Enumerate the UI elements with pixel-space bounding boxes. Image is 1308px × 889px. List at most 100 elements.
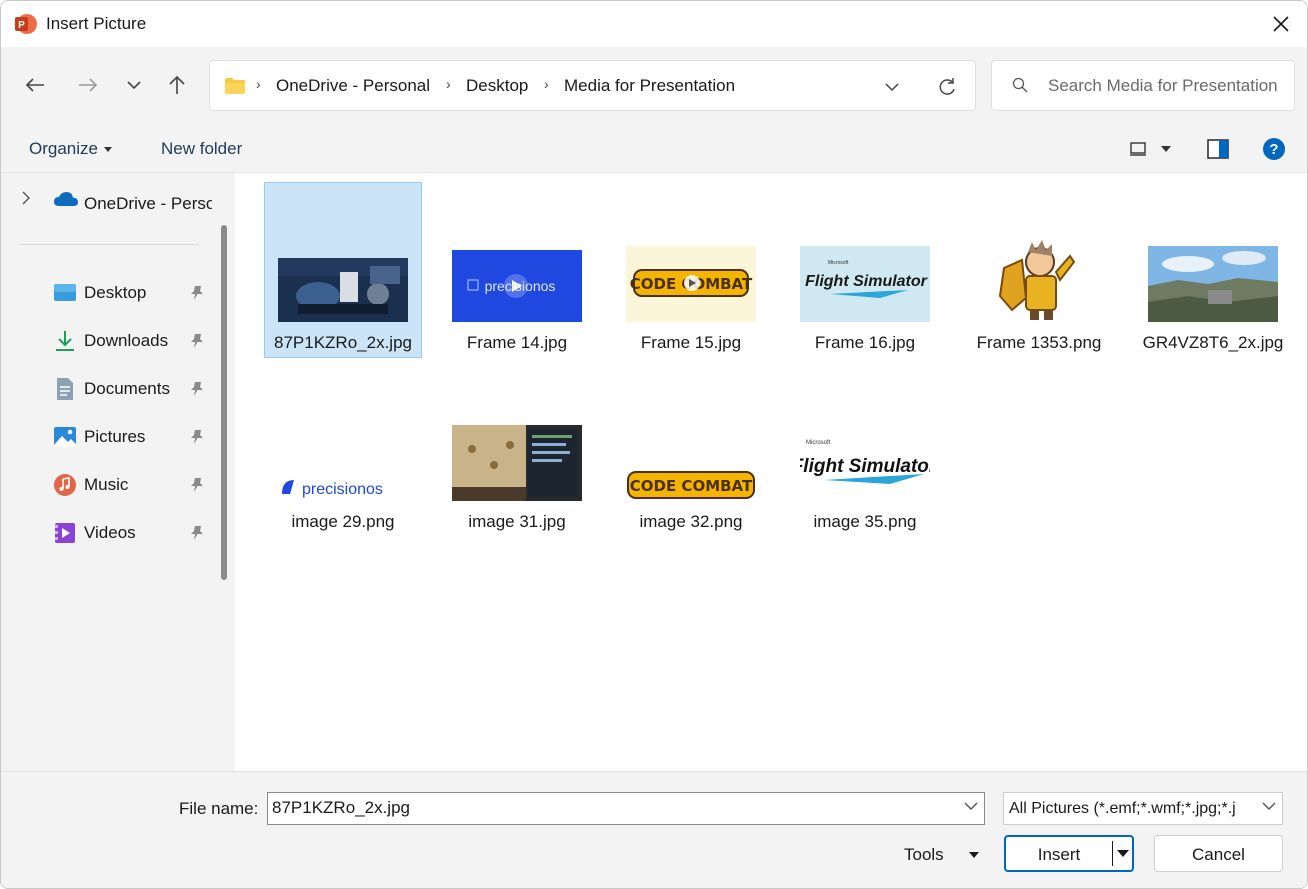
view-dropdown-button[interactable] — [1155, 136, 1177, 162]
file-tile[interactable]: CODE COMBAT Frame 15.jpg — [612, 182, 770, 358]
pin-icon[interactable] — [190, 333, 204, 349]
sidebar-item-documents[interactable]: Documents — [1, 369, 213, 409]
file-tile[interactable]: GR4VZ8T6_2x.jpg — [1134, 182, 1292, 358]
file-name-label: Frame 15.jpg — [640, 333, 742, 352]
sidebar-item-label: Desktop — [84, 283, 147, 302]
sidebar-item-downloads[interactable]: Downloads — [1, 321, 213, 361]
thumbnail-text: precisionos — [302, 481, 383, 498]
thumbnail-small-text: Microsoft — [806, 440, 831, 446]
file-tile[interactable]: 87P1KZRo_2x.jpg — [264, 182, 422, 358]
organize-button[interactable]: Organize — [29, 139, 112, 159]
chevron-down-icon[interactable] — [964, 801, 978, 811]
close-button[interactable] — [1261, 5, 1301, 43]
up-button[interactable] — [159, 67, 195, 103]
address-dropdown-button[interactable] — [880, 75, 904, 99]
tools-button[interactable]: Tools — [904, 845, 944, 865]
file-name-label: Frame 14.jpg — [466, 333, 568, 352]
preview-pane-button[interactable] — [1204, 136, 1232, 162]
file-name-label: image 35.png — [813, 512, 917, 531]
pin-icon[interactable] — [190, 429, 204, 445]
pin-icon[interactable] — [190, 525, 204, 541]
split-divider — [1112, 841, 1113, 866]
refresh-button[interactable] — [934, 74, 960, 100]
file-tile[interactable]: image 31.jpg — [438, 361, 596, 537]
help-button[interactable]: ? — [1260, 136, 1288, 162]
file-name-field-label: File name: — [179, 799, 259, 818]
file-type-select[interactable]: All Pictures (*.emf;*.wmf;*.jpg;*.j — [1003, 792, 1283, 825]
file-thumbnail: Microsoft Flight Simulator — [800, 246, 930, 322]
cloud-icon — [54, 192, 78, 206]
chevron-right-icon — [22, 191, 30, 205]
file-tile[interactable]: precisionos image 29.png — [264, 361, 422, 537]
sidebar-item-music[interactable]: Music — [1, 465, 213, 505]
insert-button-label: Insert — [1037, 845, 1081, 864]
file-thumbnail — [1148, 246, 1278, 322]
file-tile[interactable]: Microsoft Flight Simulator image 35.png — [786, 361, 944, 537]
download-icon — [56, 331, 74, 351]
dialog-footer: File name: All Pictures (*.emf;*.wmf;*.j… — [1, 771, 1307, 888]
sidebar-item-label: Documents — [84, 379, 170, 398]
sidebar-item-videos[interactable]: Videos — [1, 513, 213, 553]
thumbnail-text: precisionos — [485, 278, 556, 294]
search-input[interactable] — [1048, 73, 1292, 99]
breadcrumb-current-folder[interactable]: Media for Presentation — [564, 76, 735, 96]
thumbnail-text: Flight Simulator — [805, 273, 928, 290]
file-tile[interactable]: CODE COMBAT image 32.png — [612, 361, 770, 537]
address-bar[interactable]: › OneDrive - Personal › Desktop › Media … — [209, 60, 976, 111]
sidebar-item-label: OneDrive - Personal — [84, 194, 212, 213]
powerpoint-icon: P — [15, 14, 37, 34]
sidebar-scrollbar[interactable] — [213, 173, 235, 771]
breadcrumb-desktop[interactable]: Desktop — [466, 76, 528, 96]
insert-options-caret-icon[interactable] — [1117, 850, 1129, 857]
organize-label: Organize — [29, 139, 98, 158]
view-options-button[interactable] — [1124, 136, 1152, 162]
file-type-value: All Pictures (*.emf;*.wmf;*.jpg;*.j — [1009, 800, 1236, 817]
recent-locations-button[interactable] — [116, 67, 152, 103]
navigation-pane: OneDrive - Personal Desktop Downloads — [1, 173, 213, 771]
breadcrumb-onedrive[interactable]: OneDrive - Personal — [276, 76, 430, 96]
title-bar: P Insert Picture — [1, 1, 1307, 47]
file-name-input[interactable] — [272, 798, 952, 818]
music-icon — [54, 474, 76, 496]
file-thumbnail — [278, 258, 408, 322]
file-tile[interactable]: Microsoft Flight Simulator Frame 16.jpg — [786, 182, 944, 358]
sidebar-item-pictures[interactable]: Pictures — [1, 417, 213, 457]
back-arrow-icon — [25, 78, 44, 92]
pin-icon[interactable] — [190, 285, 204, 301]
file-name-label: image 31.jpg — [468, 512, 566, 531]
file-tile[interactable]: precisionos Frame 14.jpg — [438, 182, 596, 358]
sidebar-item-desktop[interactable]: Desktop — [1, 273, 213, 313]
refresh-icon — [939, 78, 955, 95]
new-folder-button[interactable]: New folder — [161, 139, 242, 159]
file-name-combobox[interactable] — [267, 792, 985, 825]
videos-icon — [55, 523, 75, 543]
sidebar-item-label: Downloads — [84, 331, 169, 350]
up-arrow-icon — [169, 75, 185, 94]
cancel-button[interactable]: Cancel — [1154, 835, 1283, 872]
sidebar-item-onedrive[interactable]: OneDrive - Personal — [1, 179, 213, 217]
file-name-label: image 32.png — [639, 512, 743, 531]
search-box[interactable] — [991, 60, 1295, 111]
sidebar-item-label: Videos — [84, 523, 136, 542]
file-tile[interactable]: Frame 1353.png — [960, 182, 1118, 358]
sidebar-item-label: Music — [84, 475, 129, 494]
pin-icon[interactable] — [190, 381, 204, 397]
file-name-label: image 29.png — [291, 512, 395, 531]
insert-button[interactable]: Insert — [1004, 835, 1134, 872]
file-thumbnail — [974, 238, 1104, 322]
chevron-down-icon — [1262, 802, 1276, 810]
file-thumbnail: precisionos — [278, 474, 408, 502]
pictures-icon — [54, 427, 76, 447]
forward-button[interactable] — [70, 67, 106, 103]
caret-down-icon[interactable] — [969, 852, 979, 858]
sidebar-item-label: Pictures — [84, 427, 146, 446]
navigation-bar: › OneDrive - Personal › Desktop › Media … — [1, 47, 1307, 125]
scrollbar-thumb[interactable] — [221, 225, 227, 580]
search-icon — [1012, 77, 1028, 93]
back-button[interactable] — [17, 67, 53, 103]
view-icon — [1130, 142, 1146, 156]
close-icon — [1273, 16, 1289, 32]
pin-icon[interactable] — [190, 477, 204, 493]
folder-icon — [225, 78, 245, 94]
insert-picture-dialog: P Insert Picture › OneDrive - Personal ›… — [0, 0, 1308, 889]
